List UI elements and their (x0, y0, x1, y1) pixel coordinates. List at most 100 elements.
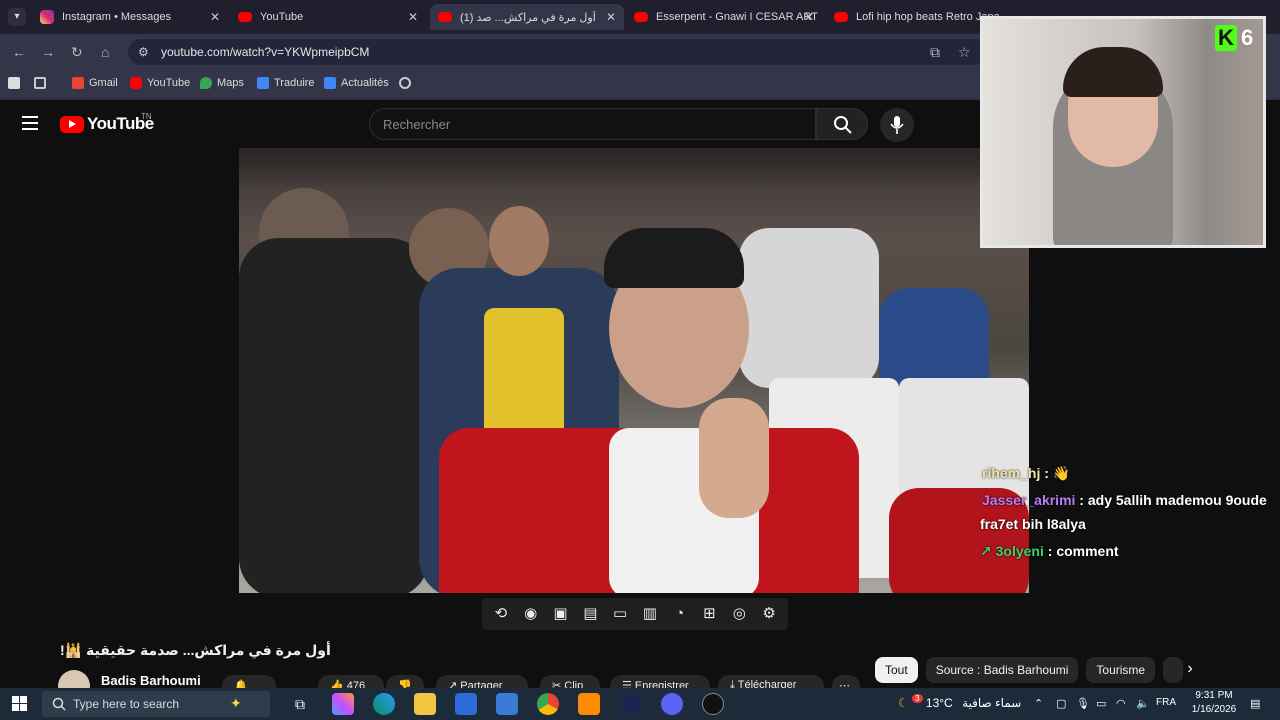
tab-youtube-home[interactable]: YouTube ✕ (230, 4, 426, 30)
youtube-logo[interactable]: YouTube (60, 114, 154, 134)
sparkle-icon: ✦ (230, 695, 242, 711)
channel-name[interactable]: Badis Barhoumi (101, 673, 201, 688)
video-person-left (239, 238, 429, 593)
add-frame-icon[interactable]: ⊞ (698, 603, 720, 625)
apps-grid-icon[interactable] (34, 77, 51, 89)
chat-text: : 👋 (1040, 465, 1071, 481)
close-icon[interactable]: ✕ (210, 10, 220, 24)
chip-source[interactable]: Source : Badis Barhoumi (925, 657, 1079, 683)
tab-title: (1) أول مرة في مراكش... صد (460, 11, 596, 24)
app-dots-icon[interactable] (620, 693, 642, 715)
bookmark-maps[interactable]: Maps (200, 77, 244, 89)
language-indicator[interactable]: FRA (1156, 697, 1176, 708)
search-icon (834, 116, 852, 134)
youtube-icon (834, 12, 848, 22)
instagram-icon (40, 10, 54, 24)
screen-capture-icon[interactable]: ▢ (1056, 697, 1066, 710)
chat-username: 3olyeni (995, 543, 1044, 559)
bookmark-actualites[interactable]: Actualités (324, 77, 389, 89)
youtube-icon (634, 12, 648, 22)
youtube-icon (130, 77, 142, 89)
chat-badge-icon: ↗ (980, 543, 992, 559)
camera-icon[interactable]: ◎ (728, 603, 750, 625)
url-field[interactable]: ⚙ youtube.com/watch?v=YKWpmeipbCM (128, 39, 988, 65)
windows-taskbar: Type here to search ✦ ⧉ ☾ 3 13°C سماء صا… (0, 688, 1280, 720)
edge-browser-icon[interactable] (373, 693, 395, 715)
film-strip-icon[interactable]: ▥ (639, 603, 661, 625)
reload-icon[interactable]: ↻ (71, 44, 83, 61)
aspect-ratio-icon[interactable]: ▭ (609, 603, 631, 625)
mail-icon[interactable] (496, 693, 518, 715)
loop-icon[interactable]: ⟲ (490, 603, 512, 625)
tab-search-button[interactable]: ▾ (8, 8, 26, 26)
notification-icon[interactable]: ▤ (1250, 697, 1260, 710)
maps-icon (200, 77, 212, 89)
bookmark-star-icon[interactable]: ☆ (958, 44, 971, 61)
file-explorer-icon[interactable] (414, 693, 436, 715)
wifi-icon[interactable]: ◠ (1116, 697, 1126, 710)
install-app-icon[interactable]: ⧉ (930, 44, 940, 61)
task-view-icon[interactable]: ⧉ (289, 693, 311, 715)
tab-title: Lofi hip hop beats Retro Japa (856, 11, 1000, 23)
copilot-icon[interactable] (332, 693, 354, 715)
bookmark-gmail[interactable]: Gmail (72, 77, 118, 89)
microphone-icon[interactable]: 🎙 (1076, 697, 1090, 710)
windows-start-icon[interactable] (12, 696, 28, 712)
tab-title: Instagram • Messages (62, 11, 172, 23)
obs-icon[interactable] (702, 693, 724, 715)
chip-tourism[interactable]: Tourisme (1086, 657, 1156, 683)
forward-arrow-icon[interactable]: → (41, 44, 55, 60)
country-code: TN (141, 112, 152, 121)
clock-time[interactable]: 9:31 PM (1188, 690, 1240, 701)
tab-instagram[interactable]: Instagram • Messages ✕ (32, 4, 228, 30)
microsoft-store-icon[interactable] (455, 693, 477, 715)
site-info-icon[interactable]: ⚙ (138, 45, 149, 59)
chrome-icon[interactable] (537, 693, 559, 715)
chat-message: rihem_hj : 👋 (982, 465, 1070, 482)
voice-search-button[interactable] (880, 108, 914, 142)
bookmark-folder-icon[interactable] (8, 77, 25, 89)
youtube-play-icon (60, 115, 84, 133)
translate-icon (257, 77, 269, 89)
video-face (489, 206, 549, 276)
tab-esserpent[interactable]: Esserpent - Gnawi I CESAR ART ✕ (626, 4, 822, 30)
chip-all[interactable]: Tout (875, 657, 918, 683)
video-title: أول مرة في مراكش... صدمة حقيقية 🕌! (60, 642, 331, 658)
video-player[interactable] (239, 148, 1029, 593)
webcam-overlay: K 6 (980, 16, 1266, 248)
search-input[interactable]: Rechercher (369, 108, 816, 140)
bookmark-youtube[interactable]: YouTube (130, 77, 190, 89)
close-icon[interactable]: ✕ (804, 10, 814, 24)
url-text[interactable]: youtube.com/watch?v=YKWpmeipbCM (161, 45, 369, 59)
search-button[interactable] (816, 108, 868, 140)
speed-icon[interactable]: ◔ (669, 603, 691, 625)
volume-icon[interactable]: 🔈 (1136, 697, 1150, 710)
youtube-icon (238, 12, 252, 22)
tab-title: YouTube (260, 11, 304, 23)
battery-icon[interactable]: ▭ (1096, 697, 1106, 710)
search-icon (52, 697, 66, 711)
taskbar-search-input[interactable]: Type here to search ✦ (42, 691, 270, 717)
gear-icon[interactable]: ⚙ (758, 603, 780, 625)
clock-date[interactable]: 1/16/2026 (1182, 704, 1246, 715)
weather-widget[interactable]: ☾ 3 13°C سماء صافية (898, 694, 1021, 710)
bookmark-traduire[interactable]: Traduire (257, 77, 315, 89)
view-icon[interactable]: ▣ (549, 603, 571, 625)
audio-icon[interactable]: ◉ (520, 603, 542, 625)
home-icon[interactable]: ⌂ (101, 44, 109, 60)
youtube-icon (438, 12, 452, 22)
back-arrow-icon[interactable]: ← (12, 44, 26, 60)
close-icon[interactable]: ✕ (408, 10, 418, 24)
chevron-up-icon[interactable]: ⌃ (1034, 697, 1043, 710)
video-person-white (739, 228, 879, 388)
globe-icon[interactable] (399, 77, 416, 89)
app-orange-icon[interactable] (578, 693, 600, 715)
tab-current-video[interactable]: (1) أول مرة في مراكش... صد ✕ (430, 4, 624, 30)
menu-icon[interactable] (22, 116, 38, 130)
chat-username: rihem_hj (982, 465, 1041, 481)
discord-icon[interactable] (661, 693, 683, 715)
close-icon[interactable]: ✕ (606, 10, 616, 24)
chevron-right-icon[interactable]: › (1178, 660, 1202, 682)
chat-username: Jasser_akrimi (982, 492, 1076, 508)
clapper-icon[interactable]: ▤ (579, 603, 601, 625)
